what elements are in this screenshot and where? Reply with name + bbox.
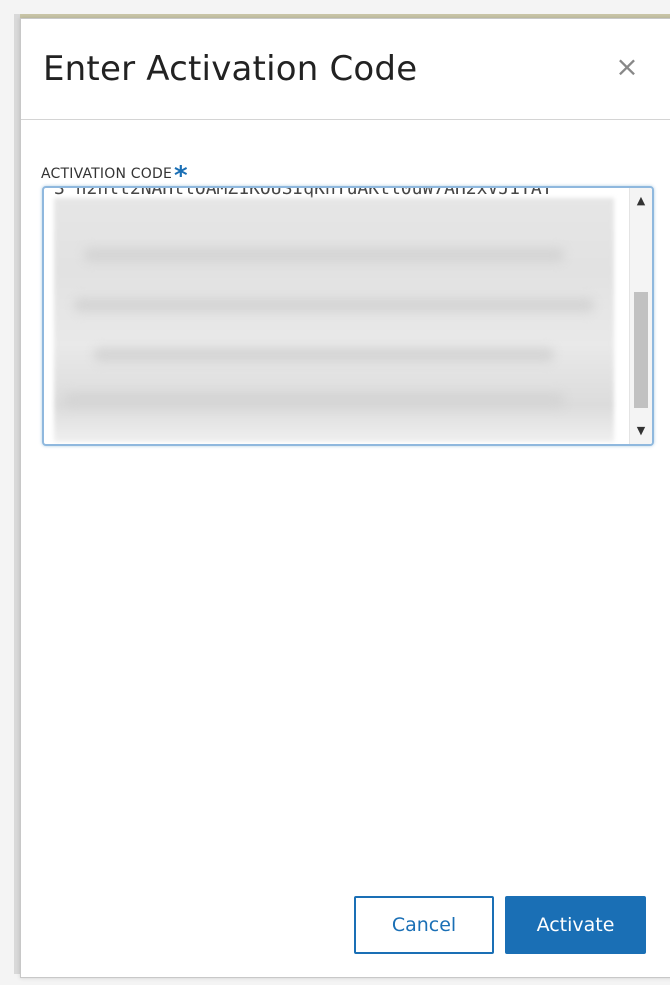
redacted-line xyxy=(64,393,564,407)
close-icon[interactable]: × xyxy=(613,53,641,81)
cancel-button[interactable]: Cancel xyxy=(354,896,494,954)
scrollbar-thumb[interactable] xyxy=(634,292,648,408)
activation-code-label: ACTIVATION CODE* xyxy=(41,155,188,191)
redacted-line xyxy=(74,298,594,312)
scroll-down-arrow-icon[interactable]: ▼ xyxy=(630,420,652,442)
activation-code-label-text: ACTIVATION CODE xyxy=(41,166,173,182)
textarea-scrollbar[interactable]: ▲ ▼ xyxy=(629,188,652,444)
dialog-title: Enter Activation Code xyxy=(43,49,418,89)
redacted-line xyxy=(94,348,554,362)
redacted-line xyxy=(84,248,564,262)
activation-dialog: Enter Activation Code × ACTIVATION CODE*… xyxy=(20,18,670,978)
activation-code-textarea[interactable]: 3 h2hlt2NAHtlOAMZ1KOUSIqKhYuAKtl0uW7AH2x… xyxy=(42,186,654,446)
scroll-up-arrow-icon[interactable]: ▲ xyxy=(630,190,652,212)
activate-button[interactable]: Activate xyxy=(505,896,646,954)
dialog-header: Enter Activation Code × xyxy=(21,19,670,120)
